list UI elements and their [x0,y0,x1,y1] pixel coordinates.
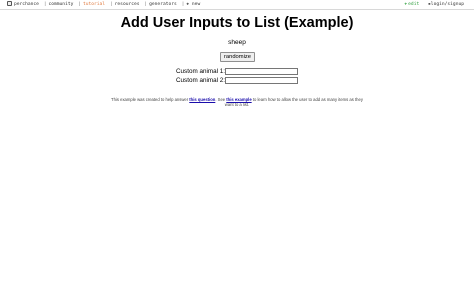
nav-separator: | [43,2,47,7]
custom-animal-2-label: Custom animal 2: [176,77,225,85]
custom-animal-2-input[interactable] [225,77,298,84]
perchance-logo-icon[interactable] [7,1,12,6]
nav-brand-perchance[interactable]: perchance [14,0,39,10]
top-nav-right: +edit ▪login/signup [404,0,464,10]
nav-item-new[interactable]: new [192,0,200,10]
note-text-before: This example was created to help answer [111,97,189,102]
nav-separator: | [181,2,185,7]
random-output: sheep [228,39,246,46]
custom-animal-2-row: Custom animal 2: [176,77,298,84]
custom-animal-1-label: Custom animal 1: [176,68,225,76]
page-title: Add User Inputs to List (Example) [120,15,354,31]
login-signup-link[interactable]: login/signup [431,0,464,10]
nav-item-tutorial[interactable]: tutorial [83,0,105,10]
custom-animal-1-row: Custom animal 1: [176,68,298,75]
note-text-middle: . See [215,97,226,102]
nav-item-generators[interactable]: generators [149,0,177,10]
custom-animal-1-input[interactable] [225,68,298,75]
explanation-note: This example was created to help answer … [110,97,364,107]
this-question-link[interactable]: this question [189,97,215,102]
randomize-button[interactable]: randomize [220,52,255,62]
nav-separator: | [78,2,81,7]
top-nav-bar: perchance | community | tutorial | resource… [0,0,474,10]
edit-link[interactable]: edit [408,0,419,10]
plus-icon: ✚ [186,2,190,7]
nav-separator: | [109,2,113,7]
top-nav-left: perchance | community | tutorial | resource… [7,0,200,10]
nav-separator: | [144,2,148,7]
nav-item-community[interactable]: community [48,0,73,10]
edit-plus-icon: + [404,2,408,7]
nav-item-resources[interactable]: resources [115,0,140,10]
